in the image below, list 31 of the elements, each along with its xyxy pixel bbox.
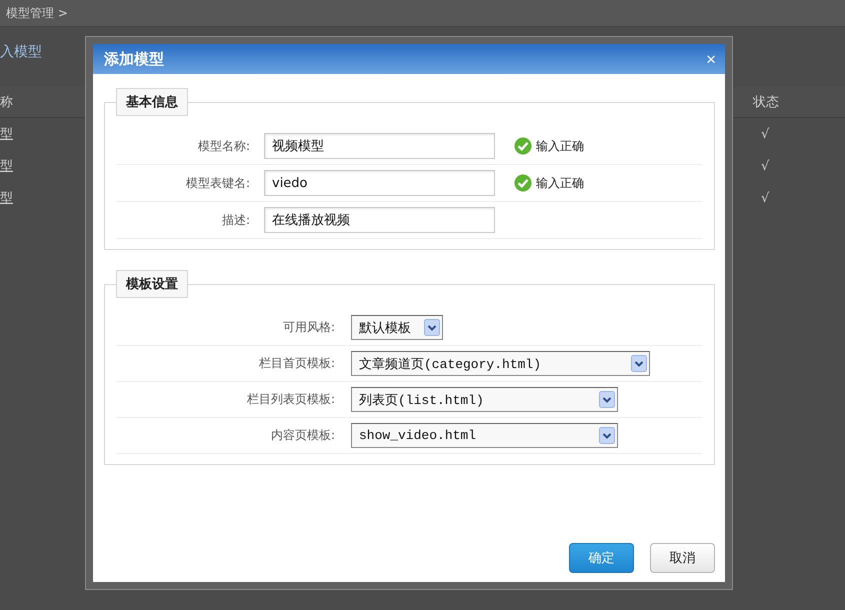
dialog-title: 添加模型 [104, 50, 164, 68]
select-field[interactable]: 文章频道页(category.html) [351, 351, 650, 376]
status-mark: √ [760, 190, 770, 206]
field-label: 描述: [220, 212, 250, 228]
field-label: 内容页模板: [270, 427, 335, 444]
section-legend: 模板设置 [116, 270, 188, 298]
page-title: 入模型 [0, 44, 42, 60]
input-field[interactable]: 在线播放视频 [264, 207, 495, 233]
select-field[interactable]: 列表页(list.html) [351, 387, 618, 412]
table-cell[interactable]: 型 [0, 125, 80, 143]
field-label: 栏目首页模板: [258, 355, 335, 372]
breadcrumb[interactable]: 模型管理 > [6, 4, 68, 22]
column-header: 称 [0, 94, 14, 111]
field-label: 可用风格: [282, 319, 335, 336]
column-header: 状态 [753, 94, 780, 111]
input-field[interactable]: 视频模型 [264, 133, 495, 159]
cancel-button[interactable]: 取消 [650, 543, 715, 573]
input-field[interactable]: viedo [264, 170, 495, 196]
section-legend: 基本信息 [116, 88, 188, 116]
validation-message: 输入正确 [536, 138, 584, 154]
field-label: 模型名称: [196, 138, 250, 154]
close-button[interactable]: × [703, 50, 719, 68]
validation-message: 输入正确 [536, 174, 584, 192]
select-field[interactable]: 默认模板 [351, 315, 443, 340]
status-mark: √ [760, 126, 770, 142]
table-cell[interactable]: 型 [0, 157, 80, 175]
field-label: 栏目列表页模板: [246, 391, 335, 408]
field-label: 模型表键名: [184, 174, 250, 192]
table-cell[interactable]: 型 [0, 189, 80, 207]
status-mark: √ [760, 158, 770, 174]
select-field[interactable]: show_video.html [351, 423, 618, 448]
